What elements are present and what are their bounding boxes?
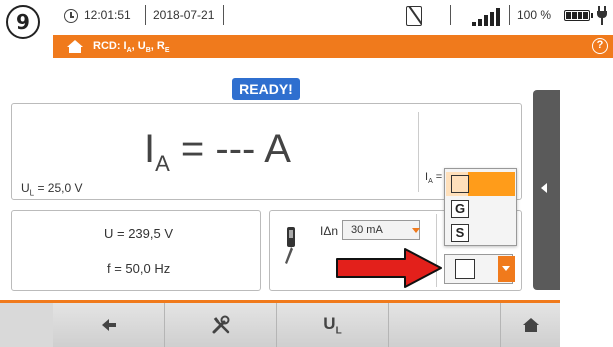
ul-button-label: UL (323, 313, 342, 337)
status-separator (145, 5, 146, 25)
home-button[interactable] (501, 303, 560, 347)
home-icon[interactable] (67, 40, 83, 53)
pointer-arrow-icon (336, 248, 442, 288)
status-separator (509, 5, 510, 25)
measurement-panel (11, 210, 261, 291)
battery-icon (564, 10, 593, 21)
no-sim-icon (406, 6, 422, 26)
function-header: RCD: IA, UB, RE ? (53, 35, 613, 58)
ia-result-value: IA = --- A (144, 127, 291, 176)
idn-current-value: 30 mA (351, 224, 383, 236)
step-number-badge: 9 (6, 5, 40, 39)
status-date: 2018-07-21 (153, 8, 215, 22)
status-separator (223, 5, 224, 25)
frequency-reading: f = 50,0 Hz (107, 261, 171, 276)
ul-limit-value: UL = 25,0 V (21, 181, 83, 198)
chevron-down-icon[interactable] (412, 228, 420, 233)
dropdown-item-standard-box (451, 175, 469, 193)
clock-icon (64, 9, 78, 23)
status-separator (450, 5, 451, 25)
signal-strength-icon (472, 8, 504, 26)
panel-divider (418, 112, 419, 192)
settings-button[interactable] (165, 303, 277, 347)
voltage-reading: U = 239,5 V (104, 226, 174, 241)
function-title: RCD: IA, UB, RE (93, 40, 170, 55)
back-arrow-icon (101, 318, 116, 332)
rcd-type-selected-box (455, 259, 475, 279)
empty-button[interactable] (389, 303, 501, 347)
side-panel-toggle[interactable] (533, 90, 560, 290)
dropdown-item-s-box: S (451, 224, 469, 242)
dropdown-item-g-box: G (451, 200, 469, 218)
status-time: 12:01:51 (84, 8, 131, 22)
power-plug-icon (601, 18, 603, 25)
home-icon (522, 318, 539, 332)
rcd-probe-icon (285, 227, 295, 264)
help-icon[interactable]: ? (592, 38, 608, 54)
back-button[interactable] (53, 303, 165, 347)
tools-icon (212, 315, 229, 334)
battery-percent: 100 % (517, 8, 552, 22)
status-bar: 12:01:51 2018-07-21 100 % (53, 0, 613, 32)
idn-label: IΔn (320, 224, 339, 238)
ready-status-badge: READY! (232, 78, 300, 100)
chevron-down-icon[interactable] (498, 256, 515, 282)
ul-button[interactable]: UL (277, 303, 389, 347)
